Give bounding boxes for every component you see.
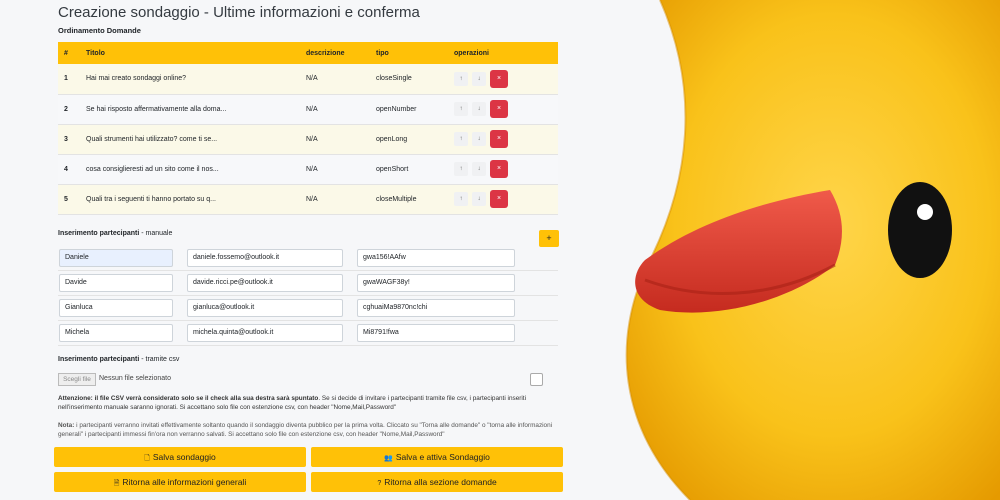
row-description: N/A: [300, 184, 370, 215]
csv-participants-label: Inserimento partecipanti - tramite csv: [58, 356, 180, 363]
participant-password-field[interactable]: Mi8791!fwa: [357, 324, 515, 342]
table-row: 5 Quali tra i seguenti ti hanno portato …: [58, 184, 558, 215]
participant-row: Daniele daniele.fossemo@outlook.it gwa15…: [58, 246, 558, 271]
row-number: 5: [58, 184, 80, 215]
delete-button[interactable]: ×: [490, 160, 508, 178]
participant-name-field[interactable]: Gianluca: [59, 299, 173, 317]
move-up-button[interactable]: ↑: [454, 71, 468, 86]
move-down-button[interactable]: ↓: [472, 102, 486, 116]
row-type: openLong: [370, 124, 448, 155]
row-title: Quali tra i seguenti ti hanno portato su…: [80, 184, 300, 215]
delete-button[interactable]: ×: [490, 190, 508, 208]
participant-email-field[interactable]: daniele.fossemo@outlook.it: [187, 249, 343, 267]
row-type: openShort: [370, 154, 448, 185]
row-title: Hai mai creato sondaggi online?: [80, 64, 300, 95]
participant-password-field[interactable]: gwa156!AAfw: [357, 249, 515, 267]
participant-name-field[interactable]: Davide: [59, 274, 173, 292]
row-number: 4: [58, 154, 80, 185]
file-icon: 🗋: [144, 455, 150, 462]
row-operations: ↑ ↓ ×: [448, 124, 558, 155]
csv-warning: Attenzione: il file CSV verrà considerat…: [58, 395, 526, 411]
row-type: closeMultiple: [370, 184, 448, 215]
participant-name-field[interactable]: Daniele: [59, 249, 173, 267]
move-up-button[interactable]: ↑: [454, 102, 468, 116]
question-icon: ?: [377, 480, 382, 487]
delete-button[interactable]: ×: [490, 69, 508, 88]
file-status: Nessun file selezionato: [99, 375, 171, 382]
row-number: 1: [58, 64, 80, 95]
col-operations: operazioni: [448, 42, 558, 64]
row-description: N/A: [300, 124, 370, 155]
csv-enable-checkbox[interactable]: [530, 373, 543, 386]
row-operations: ↑ ↓ ×: [448, 184, 558, 215]
row-number: 3: [58, 124, 80, 155]
manual-participants-label: Inserimento partecipanti - manuale: [58, 230, 173, 237]
add-participant-button[interactable]: +: [539, 230, 559, 247]
row-operations: ↑ ↓ ×: [448, 64, 558, 95]
participant-email-field[interactable]: davide.ricci.pe@outlook.it: [187, 274, 343, 292]
participant-password-field[interactable]: gwaWAGF38y!: [357, 274, 515, 292]
table-row: 1 Hai mai creato sondaggi online? N/A cl…: [58, 64, 558, 95]
move-down-button[interactable]: ↓: [472, 132, 486, 146]
participant-row: Gianluca gianluca@outlook.it cghuaiMa987…: [58, 296, 558, 321]
delete-button[interactable]: ×: [490, 130, 508, 148]
move-up-button[interactable]: ↑: [454, 192, 468, 206]
col-title: Titolo: [80, 42, 300, 64]
row-operations: ↑ ↓ ×: [448, 154, 558, 185]
row-type: closeSingle: [370, 64, 448, 95]
row-number: 2: [58, 94, 80, 125]
participant-row: Davide davide.ricci.pe@outlook.it gwaWAG…: [58, 271, 558, 296]
back-questions-button[interactable]: ? Ritorna alla sezione domande: [311, 472, 563, 492]
row-description: N/A: [300, 64, 370, 95]
col-number: #: [58, 42, 80, 64]
invite-note: Nota: i partecipanti verranno invitati e…: [58, 422, 553, 438]
col-description: descrizione: [300, 42, 370, 64]
survey-app: Creazione sondaggio - Ultime informazion…: [0, 0, 660, 500]
row-type: openNumber: [370, 94, 448, 125]
table-row: 3 Quali strumenti hai utilizzato? come t…: [58, 124, 558, 155]
table-row: 4 cosa consiglieresti ad un sito come il…: [58, 154, 558, 185]
save-survey-button[interactable]: 🗋 Salva sondaggio: [54, 447, 306, 467]
participant-email-field[interactable]: michela.quinta@outlook.it: [187, 324, 343, 342]
questions-table: # Titolo descrizione tipo operazioni 1 H…: [58, 42, 558, 215]
participant-email-field[interactable]: gianluca@outlook.it: [187, 299, 343, 317]
choose-file-button[interactable]: Scegli file: [58, 373, 96, 386]
move-down-button[interactable]: ↓: [472, 71, 486, 86]
delete-button[interactable]: ×: [490, 100, 508, 118]
table-row: 2 Se hai risposto affermativamente alla …: [58, 94, 558, 125]
row-description: N/A: [300, 94, 370, 125]
row-title: cosa consiglieresti ad un sito come il n…: [80, 154, 300, 185]
row-title: Se hai risposto affermativamente alla do…: [80, 94, 300, 125]
row-operations: ↑ ↓ ×: [448, 94, 558, 125]
move-down-button[interactable]: ↓: [472, 162, 486, 176]
users-icon: 👥: [384, 455, 393, 462]
page-title: Creazione sondaggio - Ultime informazion…: [58, 4, 420, 21]
participant-password-field[interactable]: cghuaiMa9870nc!chi: [357, 299, 515, 317]
col-type: tipo: [370, 42, 448, 64]
participant-name-field[interactable]: Michela: [59, 324, 173, 342]
back-info-button[interactable]: 🗎 Ritorna alle informazioni generali: [54, 472, 306, 492]
table-header-row: # Titolo descrizione tipo operazioni: [58, 42, 558, 64]
ordering-label: Ordinamento Domande: [58, 26, 141, 35]
row-description: N/A: [300, 154, 370, 185]
move-down-button[interactable]: ↓: [472, 192, 486, 206]
move-up-button[interactable]: ↑: [454, 132, 468, 146]
save-activate-button[interactable]: 👥 Salva e attiva Sondaggio: [311, 447, 563, 467]
move-up-button[interactable]: ↑: [454, 162, 468, 176]
participant-row: Michela michela.quinta@outlook.it Mi8791…: [58, 321, 558, 346]
row-title: Quali strumenti hai utilizzato? come ti …: [80, 124, 300, 155]
document-icon: 🗎: [113, 480, 120, 487]
